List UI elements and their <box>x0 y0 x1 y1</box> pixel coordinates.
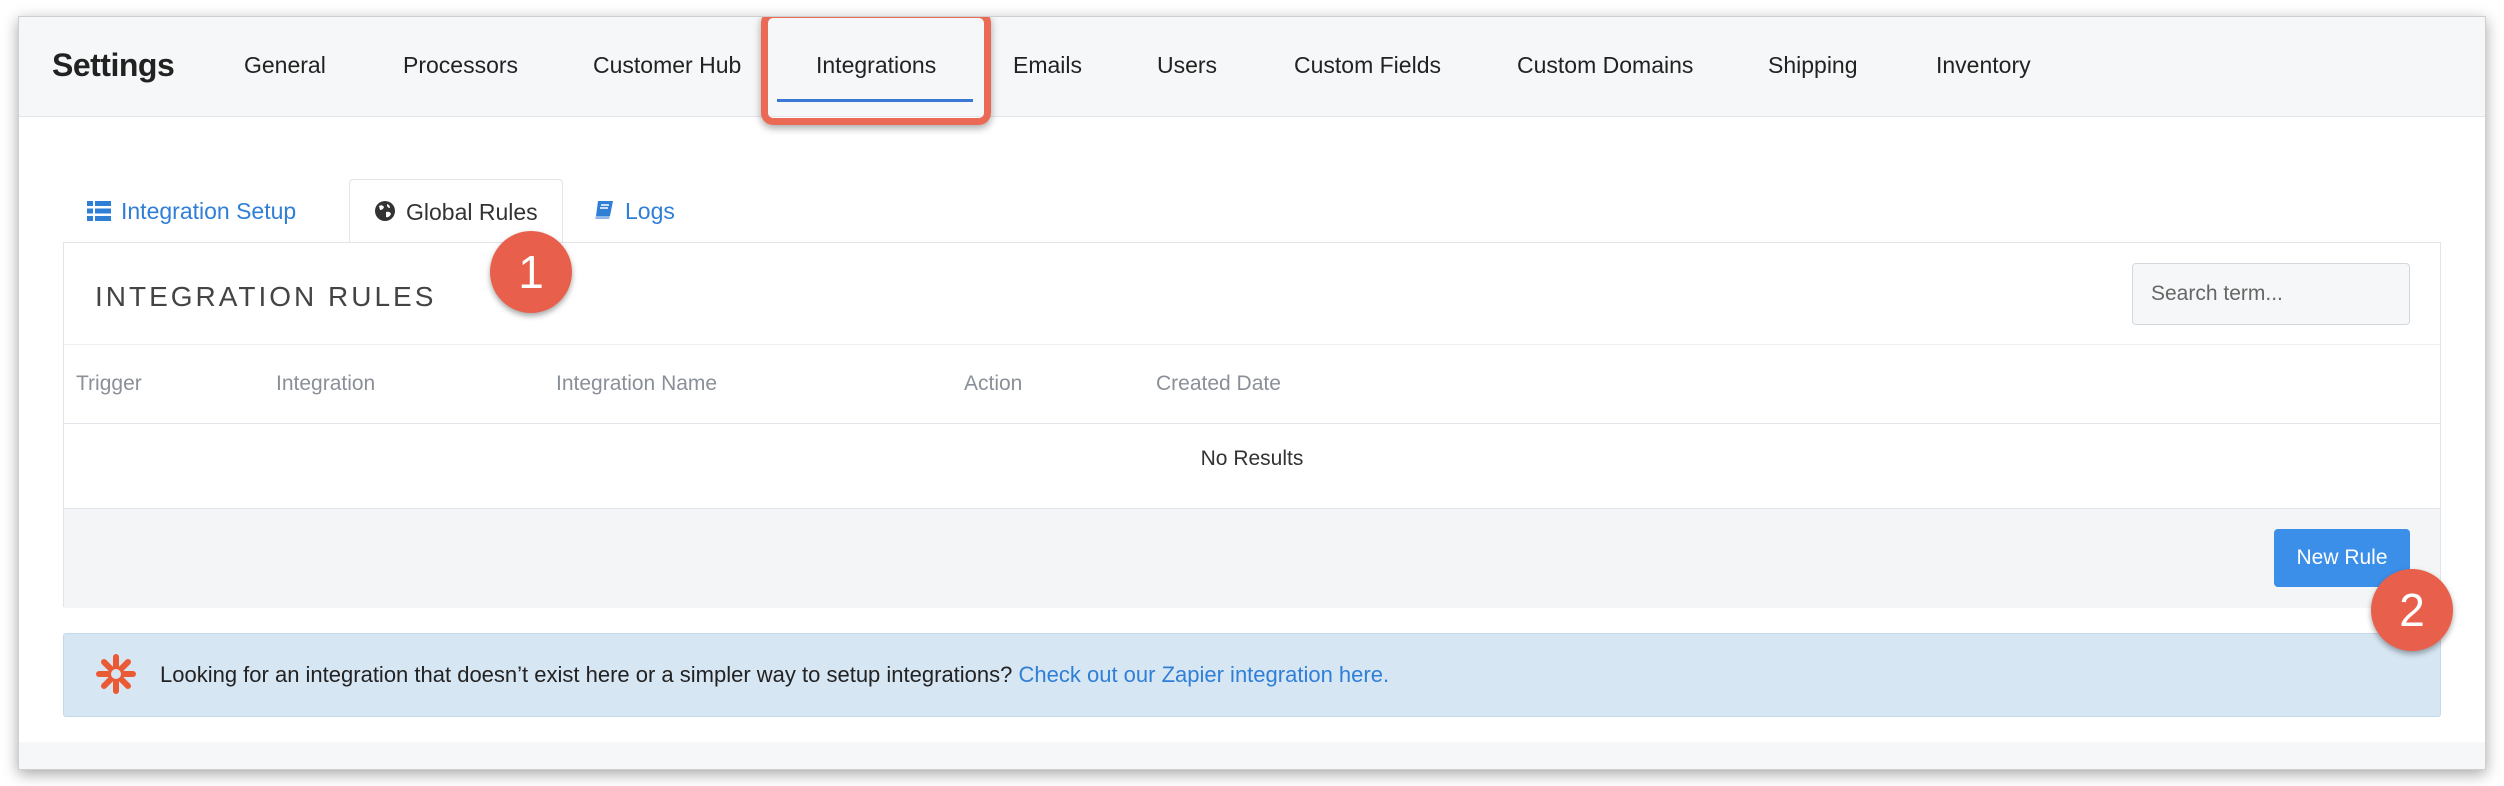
nav-custom-fields[interactable]: Custom Fields <box>1294 52 1441 79</box>
page-title: Settings <box>52 47 175 83</box>
settings-topbar: Settings General Processors Customer Hub… <box>19 17 2485 125</box>
annotation-badge-1: 1 <box>490 231 572 313</box>
tab-global-rules-label: Global Rules <box>406 199 538 225</box>
annotation-badge-2: 2 <box>2371 569 2453 651</box>
column-action[interactable]: Action <box>964 372 1022 396</box>
column-trigger[interactable]: Trigger <box>76 372 142 396</box>
app-window: Settings General Processors Customer Hub… <box>18 16 2486 770</box>
info-text: Looking for an integration that doesn’t … <box>160 662 1013 687</box>
nav-inventory[interactable]: Inventory <box>1936 52 2031 79</box>
panel-footer: New Rule <box>64 508 2440 608</box>
zapier-link[interactable]: Check out our Zapier integration here. <box>1019 662 1390 687</box>
column-integration[interactable]: Integration <box>276 372 375 396</box>
tab-logs[interactable]: Logs <box>569 179 699 243</box>
info-message: Looking for an integration that doesn’t … <box>160 662 1389 688</box>
zapier-info-banner: Looking for an integration that doesn’t … <box>63 633 2441 717</box>
nav-general[interactable]: General <box>244 52 326 79</box>
tab-integration-setup[interactable]: Integration Setup <box>63 179 320 243</box>
list-icon <box>87 181 111 245</box>
column-integration-name[interactable]: Integration Name <box>556 372 717 396</box>
nav-shipping[interactable]: Shipping <box>1768 52 1858 79</box>
empty-state: No Results <box>1200 447 1304 470</box>
nav-emails[interactable]: Emails <box>1013 52 1082 79</box>
nav-customer-hub[interactable]: Customer Hub <box>593 52 741 79</box>
bottom-strip <box>19 742 2485 769</box>
nav-custom-domains[interactable]: Custom Domains <box>1517 52 1693 79</box>
nav-processors[interactable]: Processors <box>403 52 518 79</box>
search-input[interactable] <box>2132 263 2410 325</box>
nav-users[interactable]: Users <box>1157 52 1217 79</box>
tab-logs-label: Logs <box>625 198 675 224</box>
book-icon <box>593 181 615 245</box>
globe-icon <box>374 182 396 246</box>
tab-integration-setup-label: Integration Setup <box>121 198 297 224</box>
panel-title: INTEGRATION RULES <box>95 281 437 312</box>
column-created-date[interactable]: Created Date <box>1156 372 1281 396</box>
table-header: Trigger Integration Integration Name Act… <box>64 344 2440 424</box>
annotation-highlight-box <box>761 17 991 125</box>
integration-rules-panel: INTEGRATION RULES Trigger Integration In… <box>63 242 2441 608</box>
zapier-icon <box>96 654 136 699</box>
